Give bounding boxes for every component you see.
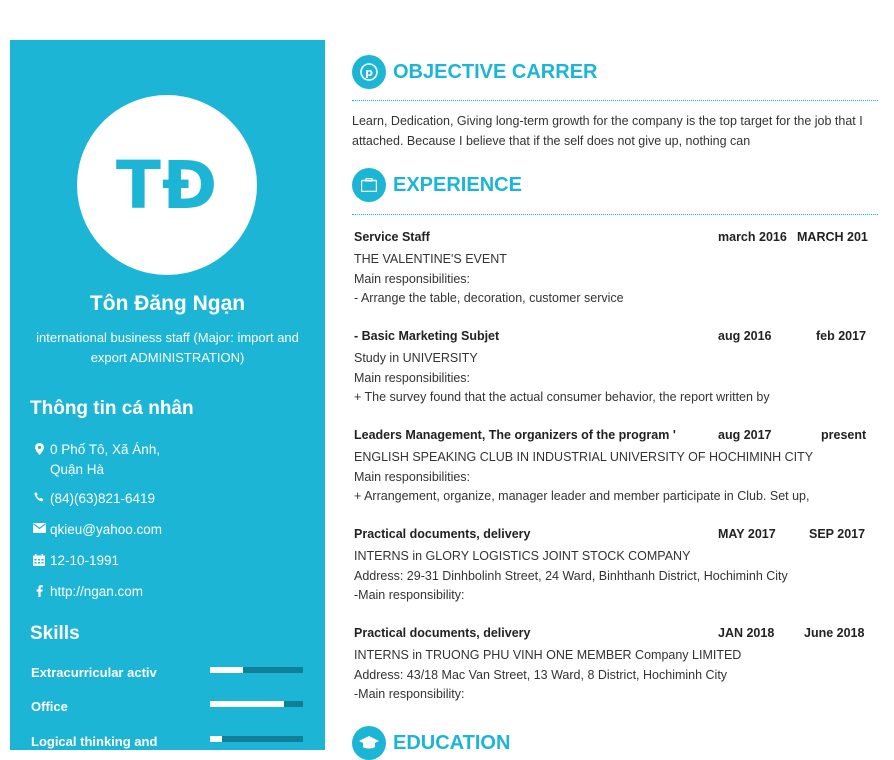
divider bbox=[352, 214, 878, 215]
email-text[interactable]: qkieu@yahoo.com bbox=[50, 520, 162, 540]
job-line: - Arrange the table, decoration, custome… bbox=[354, 291, 624, 305]
divider bbox=[352, 100, 878, 101]
objective-text: Learn, Dedication, Giving long-term grow… bbox=[352, 114, 863, 148]
personal-info-heading: Thông tin cá nhân bbox=[30, 398, 194, 419]
map-marker-icon bbox=[30, 440, 48, 480]
job-position: - Basic Marketing Subjet bbox=[354, 329, 500, 343]
experience-entry: - Basic Marketing Subjet aug 2016 feb 20… bbox=[354, 329, 876, 408]
job-line: Address: 43/18 Mac Van Street, 13 Ward, … bbox=[354, 667, 728, 682]
sidebar: TĐ Tôn Đăng Ngạn international business … bbox=[10, 40, 325, 750]
job-end-date: feb 2017 bbox=[816, 329, 867, 343]
facebook-icon bbox=[30, 582, 48, 602]
objective-header: p OBJECTIVE CARRER bbox=[352, 55, 597, 89]
skill-bar-fill bbox=[210, 667, 243, 673]
address-line2: Quận Hà bbox=[50, 462, 105, 477]
job-line: Main responsibilities: bbox=[354, 271, 471, 286]
job-line: Address: 29-31 Dinhbolinh Street, 24 War… bbox=[354, 568, 788, 583]
job-line: Main responsibilities: bbox=[354, 469, 471, 484]
job-line: Study in UNIVERSITY bbox=[354, 351, 478, 365]
skill-label: Logical thinking and bbox=[31, 734, 158, 749]
job-line: INTERNS in GLORY LOGISTICS JOINT STOCK C… bbox=[354, 549, 691, 563]
job-line: INTERNS in TRUONG PHU VINH ONE MEMBER Co… bbox=[354, 648, 742, 662]
job-line: + The survey found that the actual consu… bbox=[354, 390, 770, 404]
job-position: Practical documents, delivery bbox=[354, 626, 531, 640]
avatar: TĐ bbox=[77, 95, 257, 275]
job-position: Practical documents, delivery bbox=[354, 527, 531, 541]
job-position: Leaders Management, The organizers of th… bbox=[354, 428, 676, 442]
experience-entry: Practical documents, delivery JAN 2018 J… bbox=[354, 626, 876, 705]
education-heading: EDUCATION bbox=[393, 731, 511, 754]
phone-text: (84)(63)821-6419 bbox=[50, 491, 156, 506]
skills-heading: Skills bbox=[30, 623, 80, 644]
profile-title: international business staff (Major: imp… bbox=[36, 330, 299, 365]
phone-icon bbox=[30, 489, 48, 509]
job-line: + Arrangement, organize, manager leader … bbox=[354, 489, 810, 503]
website-text[interactable]: http://ngan.com bbox=[50, 582, 143, 602]
job-end-date: SEP 2017 bbox=[809, 527, 866, 541]
skill-label: Office bbox=[31, 699, 68, 714]
skill-label: Extracurricular activ bbox=[31, 665, 157, 680]
job-line: -Main responsibility: bbox=[354, 588, 465, 602]
profile-name: Tôn Đăng Ngạn bbox=[89, 292, 246, 315]
skill-bar-fill bbox=[210, 701, 285, 707]
job-end-date: present bbox=[821, 428, 867, 442]
birthday-item: 12-10-1991 bbox=[30, 551, 119, 571]
address-line1: 0 Phố Tô, Xã Ánh, bbox=[50, 442, 161, 457]
experience-entry: Practical documents, delivery MAY 2017 S… bbox=[354, 527, 876, 606]
job-line: THE VALENTINE'S EVENT bbox=[354, 252, 507, 266]
website-item[interactable]: http://ngan.com bbox=[30, 582, 143, 602]
experience-header: EXPERIENCE bbox=[352, 168, 522, 202]
calendar-icon bbox=[30, 551, 48, 571]
skill-bar bbox=[210, 701, 303, 707]
phone-item: (84)(63)821-6419 bbox=[30, 489, 155, 509]
objective-heading: OBJECTIVE CARRER bbox=[393, 60, 598, 83]
envelope-icon bbox=[30, 520, 48, 540]
skill-bar bbox=[210, 736, 303, 742]
job-start-date: aug 2016 bbox=[718, 329, 772, 343]
job-line: -Main responsibility: bbox=[354, 687, 465, 701]
job-line: Main responsibilities: bbox=[354, 370, 471, 385]
skill-bar bbox=[210, 667, 303, 673]
skill-bar-fill bbox=[210, 736, 223, 742]
birthday-text: 12-10-1991 bbox=[50, 553, 120, 568]
svg-text:p: p bbox=[365, 66, 373, 79]
avatar-initials: TĐ bbox=[115, 146, 219, 224]
job-start-date: MAY 2017 bbox=[718, 527, 776, 541]
experience-heading: EXPERIENCE bbox=[393, 173, 522, 196]
job-start-date: march 2016 bbox=[718, 230, 787, 244]
job-start-date: JAN 2018 bbox=[718, 626, 775, 640]
pinterest-icon: p bbox=[352, 55, 386, 89]
briefcase-icon bbox=[352, 168, 386, 202]
job-end-date: June 2018 bbox=[804, 626, 865, 640]
email-item[interactable]: qkieu@yahoo.com bbox=[30, 520, 162, 540]
experience-entry: Service Staff march 2016 MARCH 201 THE V… bbox=[354, 230, 876, 309]
job-line: ENGLISH SPEAKING CLUB IN INDUSTRIAL UNIV… bbox=[354, 450, 814, 464]
address-item: 0 Phố Tô, Xã Ánh, Quận Hà bbox=[30, 440, 160, 480]
graduation-cap-icon bbox=[352, 726, 386, 760]
education-header: EDUCATION bbox=[352, 726, 510, 760]
experience-entry: Leaders Management, The organizers of th… bbox=[354, 428, 876, 507]
job-start-date: aug 2017 bbox=[718, 428, 772, 442]
job-position: Service Staff bbox=[354, 230, 430, 244]
job-end-date: MARCH 201 bbox=[797, 230, 868, 244]
